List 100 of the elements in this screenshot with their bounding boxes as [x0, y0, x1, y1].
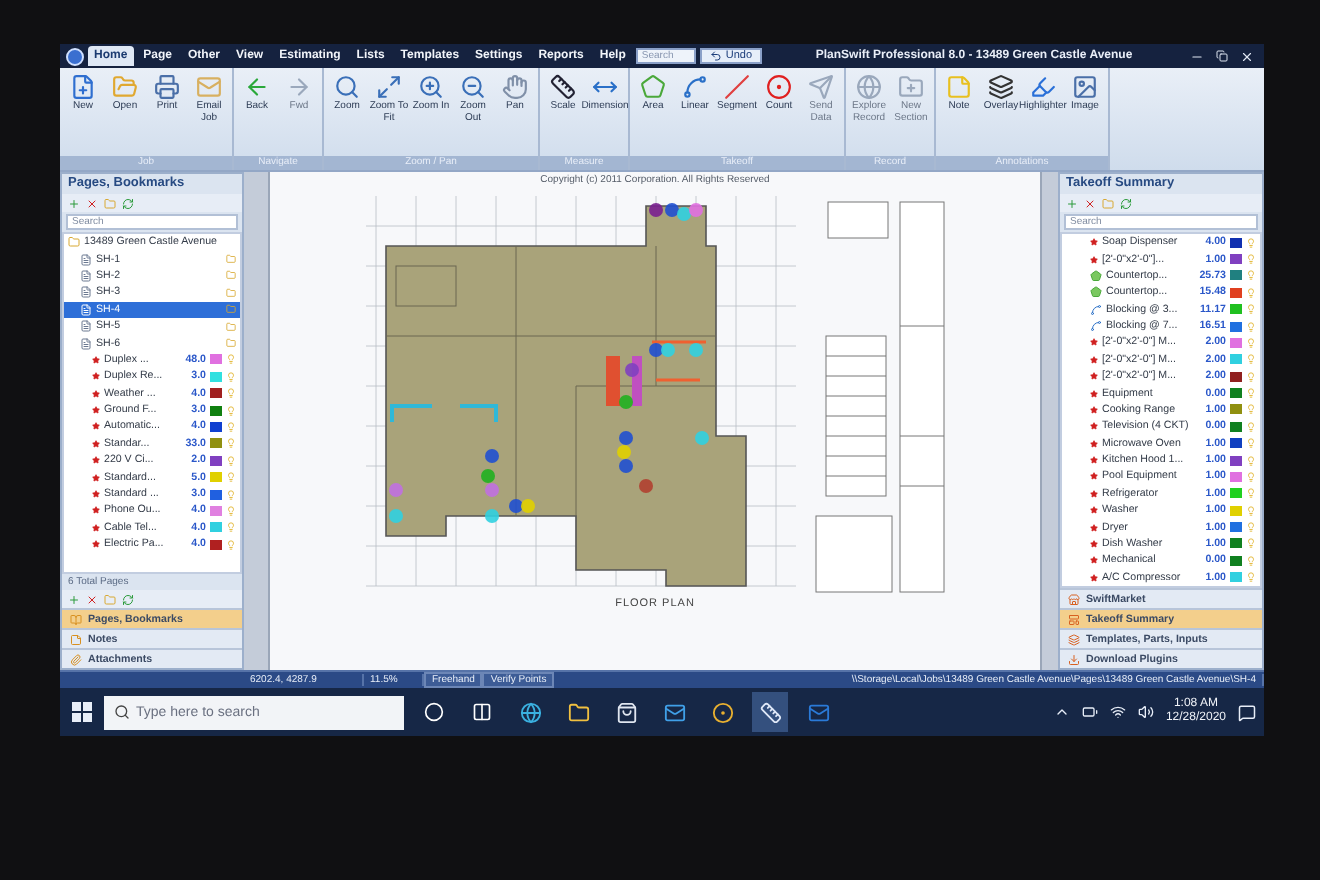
folder-icon: [226, 304, 236, 315]
delete-icon[interactable]: [86, 593, 98, 605]
line-icon: [1090, 320, 1102, 333]
lightbulb-icon[interactable]: [1246, 438, 1256, 449]
lightbulb-icon[interactable]: [1246, 505, 1256, 516]
star-icon: [92, 372, 100, 381]
battery-icon[interactable]: [1081, 704, 1098, 720]
chevron-up-icon[interactable]: [1053, 704, 1070, 720]
folder-icon[interactable]: [104, 593, 116, 605]
add-icon[interactable]: [68, 593, 80, 605]
star-icon: [92, 406, 100, 415]
refresh-icon[interactable]: [122, 593, 134, 605]
lightbulb-icon[interactable]: [226, 405, 236, 416]
lightbulb-icon[interactable]: [1246, 522, 1256, 533]
segment-icon: [724, 74, 750, 100]
star-icon: [1090, 422, 1098, 431]
lightbulb-icon[interactable]: [1246, 304, 1256, 315]
image-icon: [1072, 74, 1098, 100]
lightbulb-icon[interactable]: [226, 421, 236, 432]
mail-icon: [807, 701, 829, 723]
lightbulb-icon[interactable]: [1246, 270, 1256, 281]
refresh-icon[interactable]: [122, 197, 134, 209]
delete-icon[interactable]: [1084, 197, 1096, 209]
star-icon: [1090, 372, 1098, 381]
lightbulb-icon[interactable]: [226, 455, 236, 466]
store-icon: [1068, 593, 1080, 605]
windows-start-icon[interactable]: [72, 702, 92, 722]
restore-icon: [1216, 50, 1228, 62]
folder-icon: [226, 254, 236, 265]
star-icon: [1090, 456, 1098, 465]
arrow-left-icon: [244, 74, 270, 100]
lightbulb-icon[interactable]: [226, 354, 236, 365]
star-icon: [1090, 506, 1098, 515]
undo-icon: [709, 50, 722, 62]
star-icon: [92, 473, 100, 482]
add-icon[interactable]: [68, 197, 80, 209]
lightbulb-icon[interactable]: [1246, 337, 1256, 348]
lightbulb-icon[interactable]: [1246, 404, 1256, 415]
layers-icon: [1068, 633, 1080, 645]
lightbulb-icon[interactable]: [226, 539, 236, 550]
add-icon[interactable]: [1066, 197, 1078, 209]
polygon-icon: [1090, 286, 1102, 299]
folder-icon[interactable]: [104, 197, 116, 209]
lightbulb-icon[interactable]: [1246, 254, 1256, 265]
lightbulb-icon[interactable]: [1246, 572, 1256, 583]
restore-button[interactable]: [1212, 50, 1232, 62]
lightbulb-icon[interactable]: [226, 472, 236, 483]
star-icon: [1090, 556, 1098, 565]
lightbulb-icon[interactable]: [1246, 321, 1256, 332]
star-icon: [1090, 238, 1098, 247]
polygon-icon: [640, 74, 666, 100]
polygon-icon: [1090, 269, 1102, 282]
lightbulb-icon[interactable]: [226, 438, 236, 449]
lightbulb-icon[interactable]: [1246, 555, 1256, 566]
lightbulb-icon[interactable]: [1246, 471, 1256, 482]
lightbulb-icon[interactable]: [1246, 371, 1256, 382]
star-icon: [1090, 389, 1098, 398]
circle-dot-icon: [711, 701, 733, 723]
page-icon: [80, 269, 92, 282]
folder-icon: [226, 321, 236, 332]
zoom-in-icon: [418, 74, 444, 100]
star-icon: [1090, 405, 1098, 414]
lightbulb-icon[interactable]: [1246, 237, 1256, 248]
lightbulb-icon[interactable]: [1246, 488, 1256, 499]
lightbulb-icon[interactable]: [226, 505, 236, 516]
lightbulb-icon[interactable]: [226, 489, 236, 500]
wifi-icon[interactable]: [1109, 704, 1126, 720]
lightbulb-icon[interactable]: [1246, 287, 1256, 298]
delete-icon[interactable]: [86, 197, 98, 209]
star-icon: [92, 540, 100, 549]
lightbulb-icon[interactable]: [1246, 354, 1256, 365]
circle-icon: [424, 702, 444, 722]
lightbulb-icon[interactable]: [1246, 455, 1256, 466]
folder-plus-icon: [898, 74, 924, 100]
lightbulb-icon[interactable]: [226, 388, 236, 399]
star-icon: [1090, 523, 1098, 532]
bag-icon: [615, 701, 637, 723]
lightbulb-icon[interactable]: [226, 522, 236, 533]
dots-icon: [766, 74, 792, 100]
refresh-icon[interactable]: [1120, 197, 1132, 209]
zoom-fit-icon: [376, 74, 402, 100]
lightbulb-icon[interactable]: [1246, 388, 1256, 399]
star-icon: [92, 355, 100, 364]
star-icon: [92, 506, 100, 515]
highlighter-icon: [1030, 74, 1056, 100]
lightbulb-icon[interactable]: [226, 371, 236, 382]
line-icon: [1090, 303, 1102, 316]
app-logo[interactable]: [66, 47, 84, 65]
star-icon: [92, 490, 100, 499]
taskbar-button[interactable]: [752, 692, 788, 732]
zoom-out-icon: [460, 74, 486, 100]
lightbulb-icon[interactable]: [1246, 538, 1256, 549]
paperclip-icon: [70, 653, 82, 665]
notification-icon[interactable]: [1238, 703, 1256, 721]
lightbulb-icon[interactable]: [1246, 421, 1256, 432]
folder-icon[interactable]: [1102, 197, 1114, 209]
file-plus-icon: [70, 74, 96, 100]
volume-icon[interactable]: [1137, 704, 1154, 720]
star-icon: [1090, 472, 1098, 481]
hand-icon: [502, 74, 528, 100]
